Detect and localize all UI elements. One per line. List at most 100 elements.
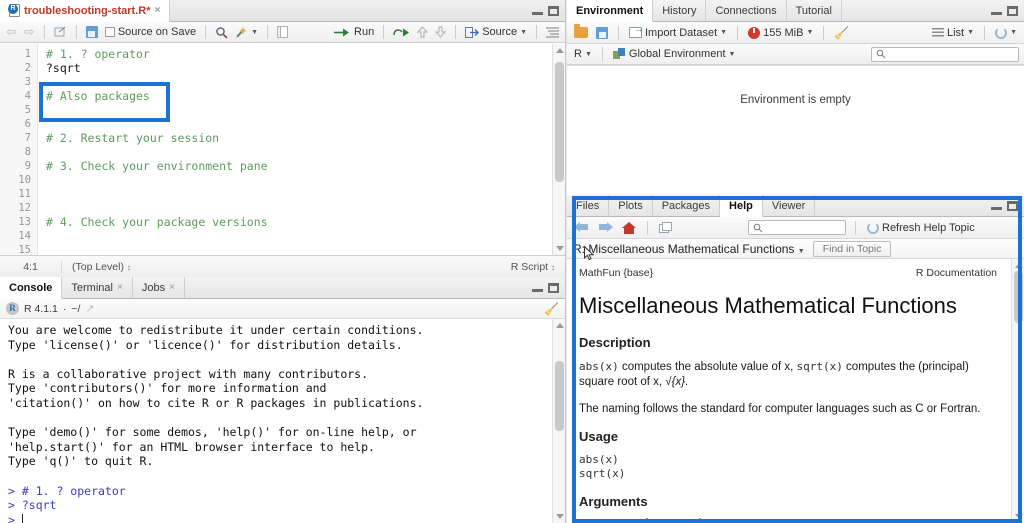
help-tab-viewer[interactable]: Viewer — [763, 195, 816, 216]
help-tab-plots[interactable]: Plots — [609, 195, 653, 216]
environment-tab-connections[interactable]: Connections — [706, 0, 787, 21]
home-icon[interactable] — [620, 221, 638, 234]
code-line[interactable] — [46, 103, 552, 117]
scrollbar-thumb[interactable] — [555, 361, 564, 431]
code-line[interactable] — [46, 187, 552, 201]
scrollbar-thumb[interactable] — [1014, 271, 1023, 323]
updown-icon[interactable]: ↕ — [551, 263, 555, 272]
help-tab-help[interactable]: Help — [720, 195, 763, 217]
global-environment-selector[interactable]: Global Environment ▼ — [611, 48, 738, 60]
print-icon[interactable] — [657, 221, 675, 234]
environment-tab-tutorial[interactable]: Tutorial — [787, 0, 842, 21]
scroll-down-icon[interactable] — [1015, 514, 1023, 519]
code-line[interactable]: # 3. Check your environment pane — [46, 159, 552, 173]
back-arrow-icon[interactable] — [572, 221, 591, 234]
maximize-icon[interactable] — [1007, 5, 1018, 16]
code-line[interactable]: # 4. Check your package versions — [46, 215, 552, 229]
save-disk-icon[interactable] — [594, 26, 610, 39]
refresh-environment-button[interactable]: ▼ — [993, 26, 1019, 39]
refresh-help-topic-button[interactable]: Refresh Help Topic — [865, 221, 977, 234]
chevron-down-icon[interactable]: ▼ — [967, 29, 974, 36]
chevron-down-icon[interactable]: ▼ — [729, 51, 736, 58]
code-line[interactable]: ?sqrt — [46, 61, 552, 75]
code-line[interactable]: # 1. ? operator — [46, 47, 552, 61]
language-selector[interactable]: R ▼ — [572, 48, 594, 60]
maximize-icon[interactable] — [548, 282, 559, 293]
code-line[interactable] — [46, 75, 552, 89]
maximize-icon[interactable] — [1007, 200, 1018, 211]
environment-tab-history[interactable]: History — [653, 0, 707, 21]
code-line[interactable] — [46, 173, 552, 187]
find-in-topic-button[interactable]: Find in Topic — [812, 240, 892, 257]
search-icon[interactable] — [213, 26, 230, 39]
previous-chunk-icon[interactable] — [415, 26, 430, 38]
clear-environment-broom-icon[interactable]: 🧹 — [832, 26, 851, 40]
close-icon[interactable]: × — [117, 282, 123, 293]
chevron-down-icon[interactable]: ▼ — [806, 29, 813, 36]
arg-desc-link[interactable]: complex — [671, 518, 714, 523]
import-dataset-button[interactable]: Import Dataset ▼ — [627, 24, 729, 39]
popout-icon[interactable]: ↗ — [85, 302, 94, 315]
minimize-icon[interactable] — [532, 11, 543, 15]
source-on-save-checkbox[interactable]: Source on Save — [103, 26, 198, 38]
help-scrollbar[interactable] — [1011, 259, 1024, 523]
help-body[interactable]: MathFun {base} R Documentation Miscellan… — [567, 259, 1024, 523]
console-tab-console[interactable]: Console — [0, 277, 63, 299]
code-line[interactable]: # 2. Restart your session — [46, 131, 552, 145]
scroll-up-icon[interactable] — [556, 323, 564, 328]
chevron-down-icon[interactable]: ▼ — [720, 29, 727, 36]
minimize-icon[interactable] — [991, 11, 1002, 15]
chevron-down-icon[interactable]: ▼ — [520, 29, 527, 36]
working-directory-label[interactable]: ~/ — [71, 303, 80, 315]
updown-icon[interactable]: ↕ — [127, 263, 131, 272]
scrollbar-thumb[interactable] — [555, 62, 564, 182]
console-tab-jobs[interactable]: Jobs × — [133, 277, 185, 298]
editor-scrollbar[interactable] — [552, 44, 565, 255]
document-outline-icon[interactable] — [544, 26, 561, 38]
help-topic-selector[interactable]: R: Miscellaneous Mathematical Functions … — [573, 242, 805, 256]
scroll-up-icon[interactable] — [556, 48, 564, 53]
console-tab-terminal[interactable]: Terminal × — [62, 277, 133, 298]
maximize-icon[interactable] — [548, 5, 559, 16]
editor-code-area[interactable]: # 1. ? operator ?sqrt # Also packages # 2… — [38, 44, 552, 255]
source-button[interactable]: Source ▼ — [463, 26, 529, 38]
help-tab-packages[interactable]: Packages — [653, 195, 721, 216]
scroll-down-icon[interactable] — [556, 514, 564, 519]
console-output[interactable]: You are welcome to redistribute it under… — [0, 319, 552, 523]
back-arrow-icon[interactable]: ⇦ — [4, 24, 19, 40]
open-folder-icon[interactable] — [572, 24, 590, 38]
next-chunk-icon[interactable] — [433, 26, 448, 38]
file-type-selector[interactable]: R Script ↕ — [511, 261, 565, 273]
compile-report-icon[interactable] — [275, 26, 290, 38]
scope-selector[interactable]: (Top Level) ↕ — [62, 261, 131, 273]
rerun-icon[interactable] — [391, 27, 412, 38]
save-icon[interactable] — [84, 26, 100, 38]
chevron-down-icon[interactable]: ▼ — [585, 51, 592, 58]
code-line[interactable] — [46, 201, 552, 215]
source-tab-troubleshooting-start[interactable]: troubleshooting-start.R* × — [0, 0, 171, 22]
code-line[interactable] — [46, 243, 552, 255]
chevron-down-icon[interactable]: ▼ — [1010, 29, 1017, 36]
console-body[interactable]: You are welcome to redistribute it under… — [0, 319, 565, 523]
chevron-down-icon[interactable]: ▼ — [251, 29, 258, 36]
code-line[interactable]: # Also packages — [46, 89, 552, 103]
console-scrollbar[interactable] — [552, 319, 565, 523]
editor-body[interactable]: 12345678910111213141516 # 1. ? operator?… — [0, 44, 565, 255]
view-mode-button[interactable]: List ▼ — [930, 27, 976, 39]
code-line[interactable] — [46, 117, 552, 131]
broom-icon[interactable]: 🧹 — [544, 302, 559, 316]
help-tab-files[interactable]: Files — [567, 195, 610, 216]
environment-tab-environment[interactable]: Environment — [567, 0, 654, 22]
forward-arrow-icon[interactable]: ⇨ — [22, 24, 37, 40]
console-prompt-line[interactable]: > — [8, 513, 546, 523]
minimize-icon[interactable] — [532, 288, 543, 292]
code-line[interactable] — [46, 229, 552, 243]
close-icon[interactable]: × — [169, 282, 175, 293]
code-line[interactable] — [46, 145, 552, 159]
minimize-icon[interactable] — [991, 206, 1002, 210]
scroll-up-icon[interactable] — [1015, 263, 1023, 268]
close-icon[interactable]: × — [155, 5, 161, 16]
memory-usage-button[interactable]: 155 MiB ▼ — [746, 26, 815, 39]
show-in-new-window-icon[interactable] — [52, 26, 69, 38]
chevron-down-icon[interactable]: ▼ — [798, 248, 805, 255]
